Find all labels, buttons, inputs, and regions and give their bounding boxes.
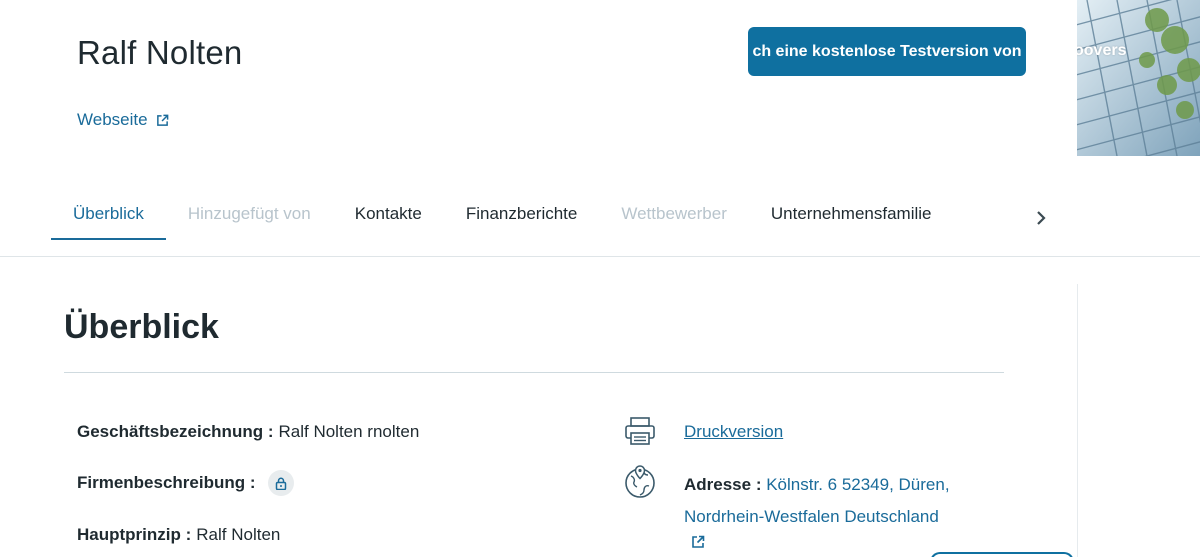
free-trial-button-label: ch eine kostenlose Testversion von — [752, 42, 1022, 60]
chevron-right-icon — [1037, 211, 1046, 225]
print-version-link[interactable]: Druckversion — [684, 422, 783, 442]
description-field: Firmenbeschreibung : — [77, 470, 294, 496]
principal-field: Hauptprinzip : Ralf Nolten — [77, 525, 280, 545]
tab-contacts[interactable]: Kontakte — [333, 190, 444, 240]
company-name: Ralf Nolten — [77, 34, 243, 71]
hero-overlay-text: oovers — [1077, 42, 1127, 59]
tab-overview[interactable]: Überblick — [51, 190, 166, 240]
business-name-field: Geschäftsbezeichnung : Ralf Nolten rnolt… — [77, 422, 419, 442]
tabs-divider — [0, 256, 1200, 257]
partial-button-outline[interactable] — [930, 552, 1074, 557]
tab-financial-reports[interactable]: Finanzberichte — [444, 190, 600, 240]
external-link-icon — [156, 114, 168, 126]
tab-company-family[interactable]: Unternehmensfamilie — [749, 190, 954, 240]
tabs-next-button[interactable] — [1031, 206, 1051, 230]
globe-location-icon — [625, 465, 655, 498]
website-link[interactable]: Webseite — [77, 110, 169, 130]
description-locked-badge[interactable] — [267, 470, 294, 496]
profile-tabs: Überblick Hinzugefügt von Kontakte Finan… — [51, 190, 954, 240]
business-name-value: Ralf Nolten rnolten — [278, 422, 420, 441]
principal-label: Hauptprinzip : — [77, 525, 192, 544]
business-name-label: Geschäftsbezeichnung : — [77, 422, 274, 441]
hero-image: oovers — [1077, 0, 1200, 156]
overview-heading: Überblick — [64, 308, 219, 346]
description-label: Firmenbeschreibung : — [77, 473, 256, 492]
external-link-icon[interactable] — [691, 535, 705, 549]
free-trial-button[interactable]: ch eine kostenlose Testversion von — [748, 27, 1026, 76]
lock-icon — [275, 477, 286, 490]
website-link-label: Webseite — [77, 110, 148, 129]
printer-icon — [625, 417, 655, 445]
overview-heading-rule — [64, 372, 1004, 373]
content-side-divider — [1077, 284, 1078, 557]
company-profile-page: Ralf Nolten Webseite ch eine kostenlose … — [0, 0, 1200, 557]
building-glass-facade-image — [1077, 0, 1200, 156]
tab-added-by[interactable]: Hinzugefügt von — [166, 190, 333, 240]
principal-value: Ralf Nolten — [196, 525, 281, 544]
address-block: Adresse : Kölnstr. 6 52349, Düren, Nordr… — [684, 469, 984, 533]
tab-competitors[interactable]: Wettbewerber — [599, 190, 749, 240]
address-label: Adresse : — [684, 475, 762, 494]
